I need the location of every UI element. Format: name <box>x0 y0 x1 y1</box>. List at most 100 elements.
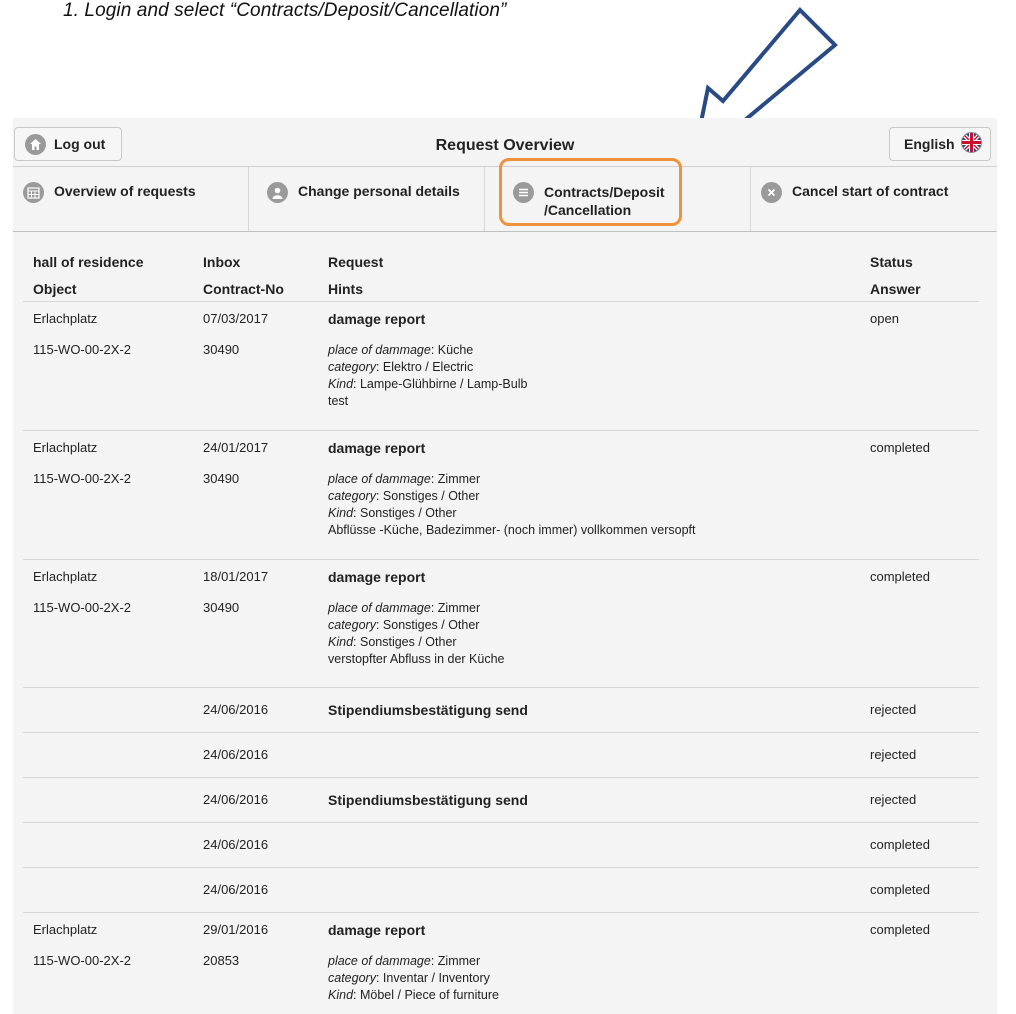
person-icon <box>267 182 288 203</box>
table-row[interactable]: 24/06/2016 completed <box>23 823 979 868</box>
tab-change-personal-details[interactable]: Change personal details <box>249 167 485 231</box>
close-circle-icon <box>761 182 782 203</box>
status-cell: completed <box>870 922 930 937</box>
header-inbox: Inbox <box>203 254 241 270</box>
hint-value: : Lampe-Glühbirne / Lamp-Bulb <box>353 377 528 391</box>
header-contract: Contract-No <box>203 281 284 297</box>
hint-note: Abflüsse -Küche, Badezimmer- (noch immer… <box>328 523 696 537</box>
hall-cell: Erlachplatz <box>33 569 98 584</box>
table-row[interactable]: 24/06/2016 rejected <box>23 733 979 778</box>
tab-contracts-deposit-cancellation[interactable]: Contracts/Deposit /Cancellation <box>485 167 751 231</box>
hint-label: Kind <box>328 506 354 520</box>
hall-cell: Erlachplatz <box>33 440 98 455</box>
tab-label: Contracts/Deposit /Cancellation <box>544 184 665 218</box>
hint-value: : Inventar / Inventory <box>375 971 490 985</box>
status-cell: rejected <box>870 702 917 717</box>
hall-cell: Erlachplatz <box>33 311 98 326</box>
tab-label: Cancel start of contract <box>792 183 949 199</box>
hint-label: category <box>328 489 376 503</box>
object-cell: 115-WO-00-2X-2 <box>33 471 132 486</box>
status-cell: completed <box>870 882 930 897</box>
hint-label: place of dammage <box>328 601 431 615</box>
list-icon <box>513 182 534 203</box>
calendar-icon <box>23 182 44 203</box>
tab-cancel-start-of-contract[interactable]: Cancel start of contract <box>751 167 997 231</box>
inbox-cell: 24/06/2016 <box>203 837 269 852</box>
hints-cell: place of dammage: Zimmer category: Sonsti… <box>328 600 504 668</box>
request-table: hall of residence Inbox Request Status O… <box>23 243 979 1014</box>
hint-label: category <box>328 971 376 985</box>
status-cell: completed <box>870 569 930 584</box>
table-row[interactable]: 24/06/2016 completed <box>23 868 979 913</box>
hint-value: : Sonstiges / Other <box>375 489 480 503</box>
header-bar: Log out Request Overview English <box>13 118 997 166</box>
page-title: Request Overview <box>435 137 575 154</box>
hint-label: place of dammage <box>328 343 431 357</box>
hint-label: Kind <box>328 377 354 391</box>
status-cell: rejected <box>870 747 917 762</box>
inbox-cell: 24/01/2017 <box>203 440 269 455</box>
request-cell: damage report <box>328 311 426 327</box>
tab-overview-of-requests[interactable]: Overview of requests <box>13 167 249 231</box>
inbox-cell: 24/06/2016 <box>203 792 269 807</box>
contract-cell: 30490 <box>203 600 240 615</box>
table-body: Erlachplatz 115-WO-00-2X-2 07/03/2017 30490… <box>23 302 979 1014</box>
request-cell: damage report <box>328 922 426 938</box>
table-row[interactable]: 24/06/2016 Stipendiumsbestätigung send rej… <box>23 688 979 733</box>
hint-label: Kind <box>328 635 354 649</box>
object-cell: 115-WO-00-2X-2 <box>33 342 132 357</box>
hint-label: place of dammage <box>328 954 431 968</box>
hint-value: : Elektro / Electric <box>375 360 474 374</box>
hint-label: place of dammage <box>328 472 431 486</box>
hint-label: Kind <box>328 988 354 1002</box>
hint-value: : Zimmer <box>430 954 481 968</box>
hints-cell: place of dammage: Zimmer category: Invent… <box>328 953 499 1004</box>
app-window: Log out Request Overview English Overvie… <box>13 118 997 1014</box>
inbox-cell: 29/01/2016 <box>203 922 269 937</box>
contract-cell: 30490 <box>203 342 240 357</box>
tab-label: Change personal details <box>298 183 460 199</box>
hint-label: category <box>328 618 376 632</box>
table-row[interactable]: Erlachplatz 115-WO-00-2X-2 29/01/2016 20853… <box>23 913 979 1014</box>
hint-note: test <box>328 394 349 408</box>
inbox-cell: 07/03/2017 <box>203 311 269 326</box>
table-row[interactable]: Erlachplatz 115-WO-00-2X-2 24/01/2017 30490… <box>23 431 979 560</box>
hint-value: : Sonstiges / Other <box>375 618 480 632</box>
table-row[interactable]: Erlachplatz 115-WO-00-2X-2 07/03/2017 30490… <box>23 302 979 431</box>
hint-value: : Küche <box>430 343 474 357</box>
header-hints: Hints <box>328 281 363 297</box>
hint-value: : Zimmer <box>430 601 481 615</box>
request-cell: Stipendiumsbestätigung send <box>328 792 528 808</box>
hints-cell: place of dammage: Küche category: Elektro… <box>328 342 527 410</box>
tab-label: Overview of requests <box>54 183 196 199</box>
status-cell: rejected <box>870 792 917 807</box>
header-object: Object <box>33 281 77 297</box>
inbox-cell: 24/06/2016 <box>203 882 269 897</box>
language-label: English <box>904 136 955 152</box>
instruction-text: 1. Login and select “Contracts/Deposit/C… <box>63 0 507 21</box>
header-hall: hall of residence <box>33 254 144 270</box>
contract-cell: 20853 <box>203 953 240 968</box>
hint-value: : Zimmer <box>430 472 481 486</box>
inbox-cell: 18/01/2017 <box>203 569 269 584</box>
object-cell: 115-WO-00-2X-2 <box>33 600 132 615</box>
status-cell: completed <box>870 440 930 455</box>
hint-value: : Sonstiges / Other <box>353 635 457 649</box>
hall-cell: Erlachplatz <box>33 922 98 937</box>
hint-note: verstopfter Abfluss in der Küche <box>328 652 505 666</box>
table-row[interactable]: Erlachplatz 115-WO-00-2X-2 18/01/2017 30490… <box>23 560 979 688</box>
hint-value: : Möbel / Piece of furniture <box>353 988 499 1002</box>
header-request: Request <box>328 254 384 270</box>
request-cell: Stipendiumsbestätigung send <box>328 702 528 718</box>
object-cell: 115-WO-00-2X-2 <box>33 953 132 968</box>
language-button[interactable]: English <box>889 127 991 161</box>
inbox-cell: 24/06/2016 <box>203 702 269 717</box>
hints-cell: place of dammage: Zimmer category: Sonsti… <box>328 471 695 539</box>
header-status: Status <box>870 254 913 270</box>
request-cell: damage report <box>328 569 426 585</box>
table-header: hall of residence Inbox Request Status O… <box>23 243 979 302</box>
table-row[interactable]: 24/06/2016 Stipendiumsbestätigung send rej… <box>23 778 979 823</box>
hint-label: category <box>328 360 376 374</box>
status-cell: completed <box>870 837 930 852</box>
hint-value: : Sonstiges / Other <box>353 506 457 520</box>
